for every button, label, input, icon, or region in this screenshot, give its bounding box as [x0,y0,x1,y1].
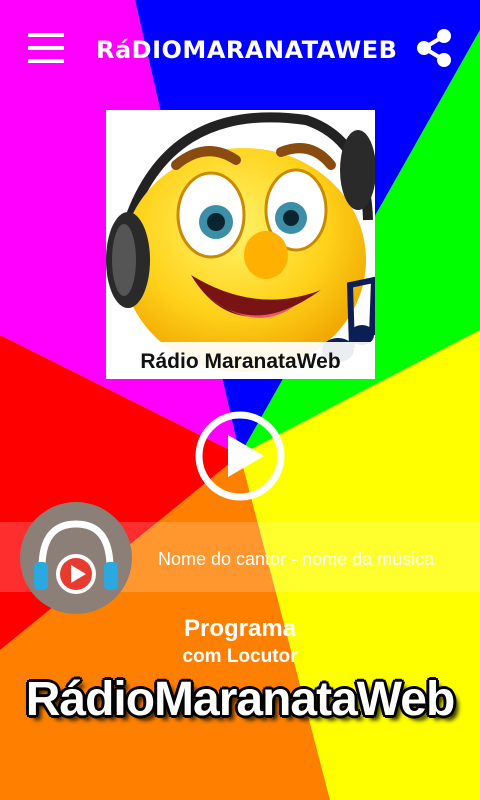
headphones-disc [20,502,132,614]
hamburger-menu-icon[interactable] [28,33,64,63]
brand-banner: RádioMaranataWeb [25,673,456,726]
cover-caption: Rádio MaranataWeb [140,350,341,373]
share-icon[interactable] [414,28,454,68]
top-app-bar: RáDIOMARANATAWEB [0,0,480,100]
station-cover-art: Rádio MaranataWeb [106,110,375,379]
play-icon [228,435,264,477]
now-playing-text: Nome do cantor - nome da música [158,549,435,569]
program-subtitle: com Locutor [182,646,298,667]
headphones-play-icon [34,520,118,594]
program-title: Programa [183,615,297,642]
play-button[interactable] [194,410,286,502]
app-title: RáDIOMARANATAWEB [96,36,398,64]
emoji-headphones-image [106,112,375,379]
